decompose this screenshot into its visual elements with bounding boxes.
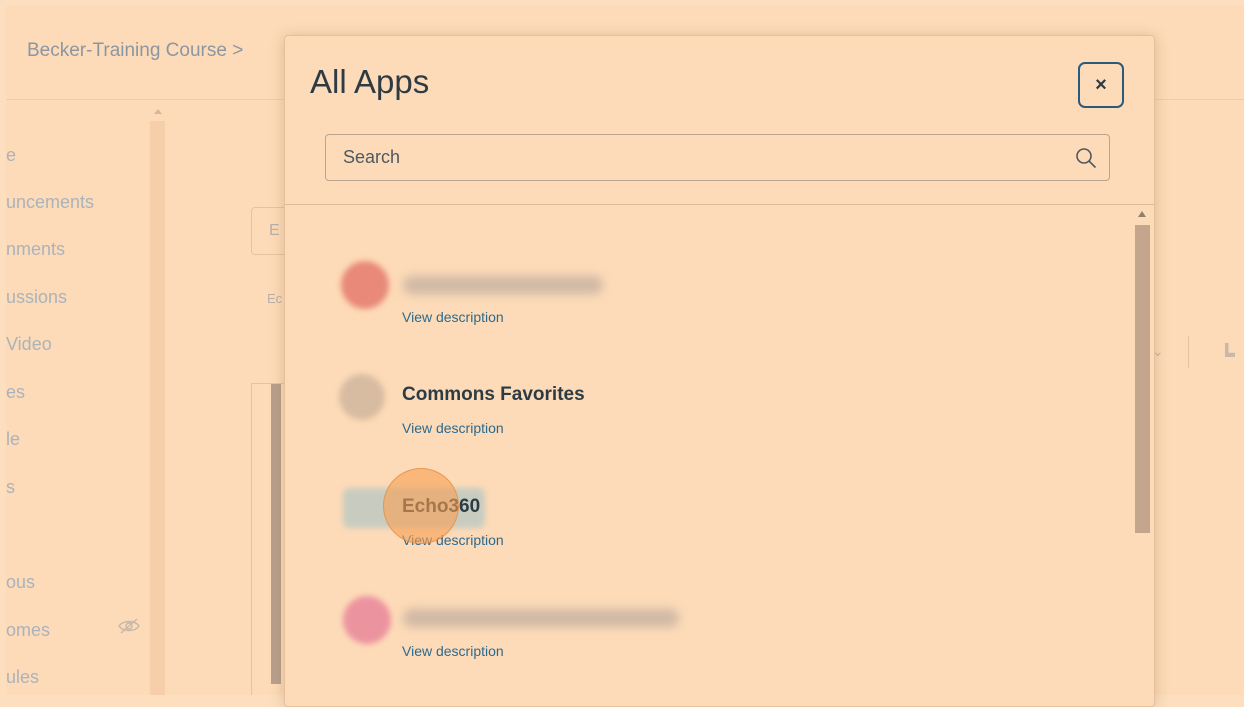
sidebar-scrollbar[interactable] xyxy=(150,103,165,695)
background-panel-bar xyxy=(271,384,281,684)
nav-item-assignments[interactable]: nments xyxy=(6,239,65,260)
hidden-eye-icon xyxy=(118,618,140,634)
modal-divider xyxy=(285,204,1154,205)
breadcrumb-separator: > xyxy=(232,40,244,61)
nav-item-announcements[interactable]: uncements xyxy=(6,192,94,213)
toolbar-divider xyxy=(1188,336,1189,368)
nav-item-grades[interactable]: es xyxy=(6,382,25,403)
nav-item-syllabus[interactable]: ous xyxy=(6,572,35,593)
search-placeholder: Search xyxy=(343,147,401,167)
nav-item-home[interactable]: e xyxy=(6,145,16,166)
close-button[interactable]: × xyxy=(1078,62,1124,108)
modal-title: All Apps xyxy=(310,63,430,100)
sidebar-scrollbar-thumb[interactable] xyxy=(150,121,165,695)
view-description-link[interactable]: View description xyxy=(402,309,504,325)
background-label: Ec xyxy=(267,291,283,306)
nav-item-pages[interactable]: s xyxy=(6,477,15,498)
nav-item-people[interactable]: le xyxy=(6,429,20,450)
nav-item-modules[interactable]: ules xyxy=(6,667,39,688)
nav-item-discussions[interactable]: ussions xyxy=(6,287,67,308)
app-logo-icon xyxy=(339,374,385,420)
nav-item-video[interactable]: Video xyxy=(6,334,52,355)
breadcrumb-course[interactable]: Becker-Training Course xyxy=(27,40,227,61)
all-apps-modal: All Apps × Search View description Commo… xyxy=(284,35,1155,707)
app-logo-icon xyxy=(343,596,391,644)
scroll-up-arrow-icon[interactable] xyxy=(154,109,162,114)
app-logo-icon xyxy=(341,261,389,309)
view-description-link[interactable]: View description xyxy=(402,643,504,659)
app-name[interactable]: Commons Favorites xyxy=(402,384,585,406)
scroll-up-arrow-icon[interactable] xyxy=(1138,211,1146,217)
app-name-blurred xyxy=(403,609,679,627)
search-input[interactable]: Search xyxy=(325,134,1110,181)
nav-item-outcomes[interactable]: omes xyxy=(6,620,50,641)
search-icon xyxy=(1076,148,1097,169)
breadcrumb[interactable]: Becker-Training Course > xyxy=(27,40,243,62)
app-name-blurred xyxy=(403,276,603,294)
view-description-link[interactable]: View description xyxy=(402,420,504,436)
click-indicator xyxy=(383,468,459,544)
background-input-text: E xyxy=(269,222,280,239)
chart-icon xyxy=(1225,343,1235,357)
app-list-scrollbar-thumb[interactable] xyxy=(1135,225,1150,533)
app-list-scrollbar[interactable] xyxy=(1131,207,1151,706)
